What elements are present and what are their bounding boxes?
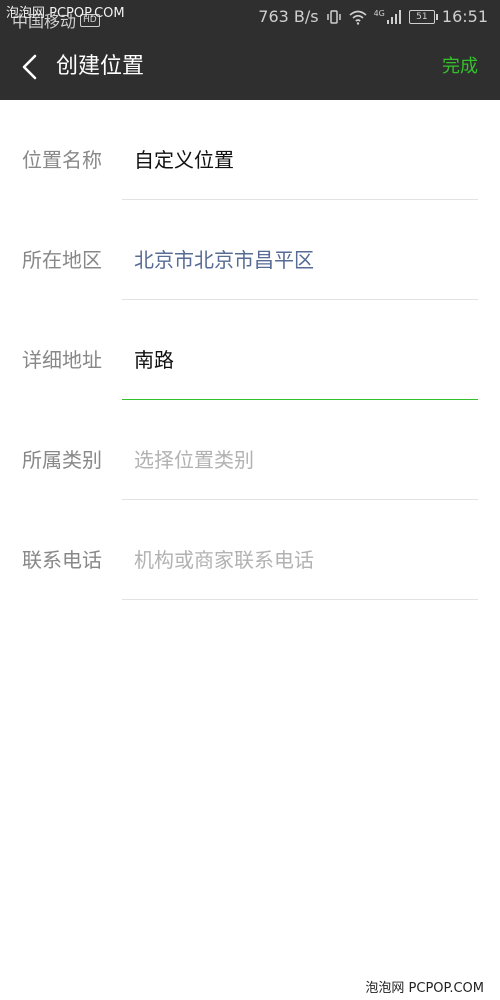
location-name-input[interactable] [134,147,474,173]
category-label: 所属类别 [22,448,102,472]
wifi-icon [349,9,367,25]
category-selector[interactable]: 选择位置类别 [134,447,474,473]
detail-address-input[interactable] [134,347,474,373]
form-row-location-name: 位置名称 [0,100,500,200]
create-location-form: 位置名称 所在地区 北京市北京市昌平区 详细地址 所属类别 选择位置类别 联系电… [0,100,500,600]
phone-input[interactable]: 机构或商家联系电话 [134,547,474,573]
watermark-top: 泡泡网 PCPOP.COM [6,6,125,21]
status-time: 16:51 [441,7,488,26]
region-selector[interactable]: 北京市北京市昌平区 [134,247,474,273]
watermark-bottom: 泡泡网 PCPOP.COM [363,977,486,996]
chevron-left-icon [22,54,37,80]
battery-icon: 51 [408,9,438,24]
vibrate-icon [326,9,342,25]
phone-label: 联系电话 [22,548,102,572]
form-row-phone: 联系电话 机构或商家联系电话 [0,500,500,600]
detail-address-label: 详细地址 [22,348,102,372]
network-type: 4G [373,8,385,18]
status-indicators: 763 B/s 4G 51 16:51 [258,7,488,26]
row-divider [122,599,478,600]
location-name-label: 位置名称 [22,148,102,172]
done-button[interactable]: 完成 [442,54,478,80]
back-button[interactable] [10,47,50,87]
form-row-region[interactable]: 所在地区 北京市北京市昌平区 [0,200,500,300]
network-speed: 763 B/s [258,7,319,26]
app-bar: 创建位置 完成 [0,34,500,100]
form-row-category[interactable]: 所属类别 选择位置类别 [0,400,500,500]
region-label: 所在地区 [22,248,102,272]
signal-icon: 4G [373,8,402,24]
form-row-detail-address: 详细地址 [0,300,500,400]
page-title: 创建位置 [56,54,145,79]
